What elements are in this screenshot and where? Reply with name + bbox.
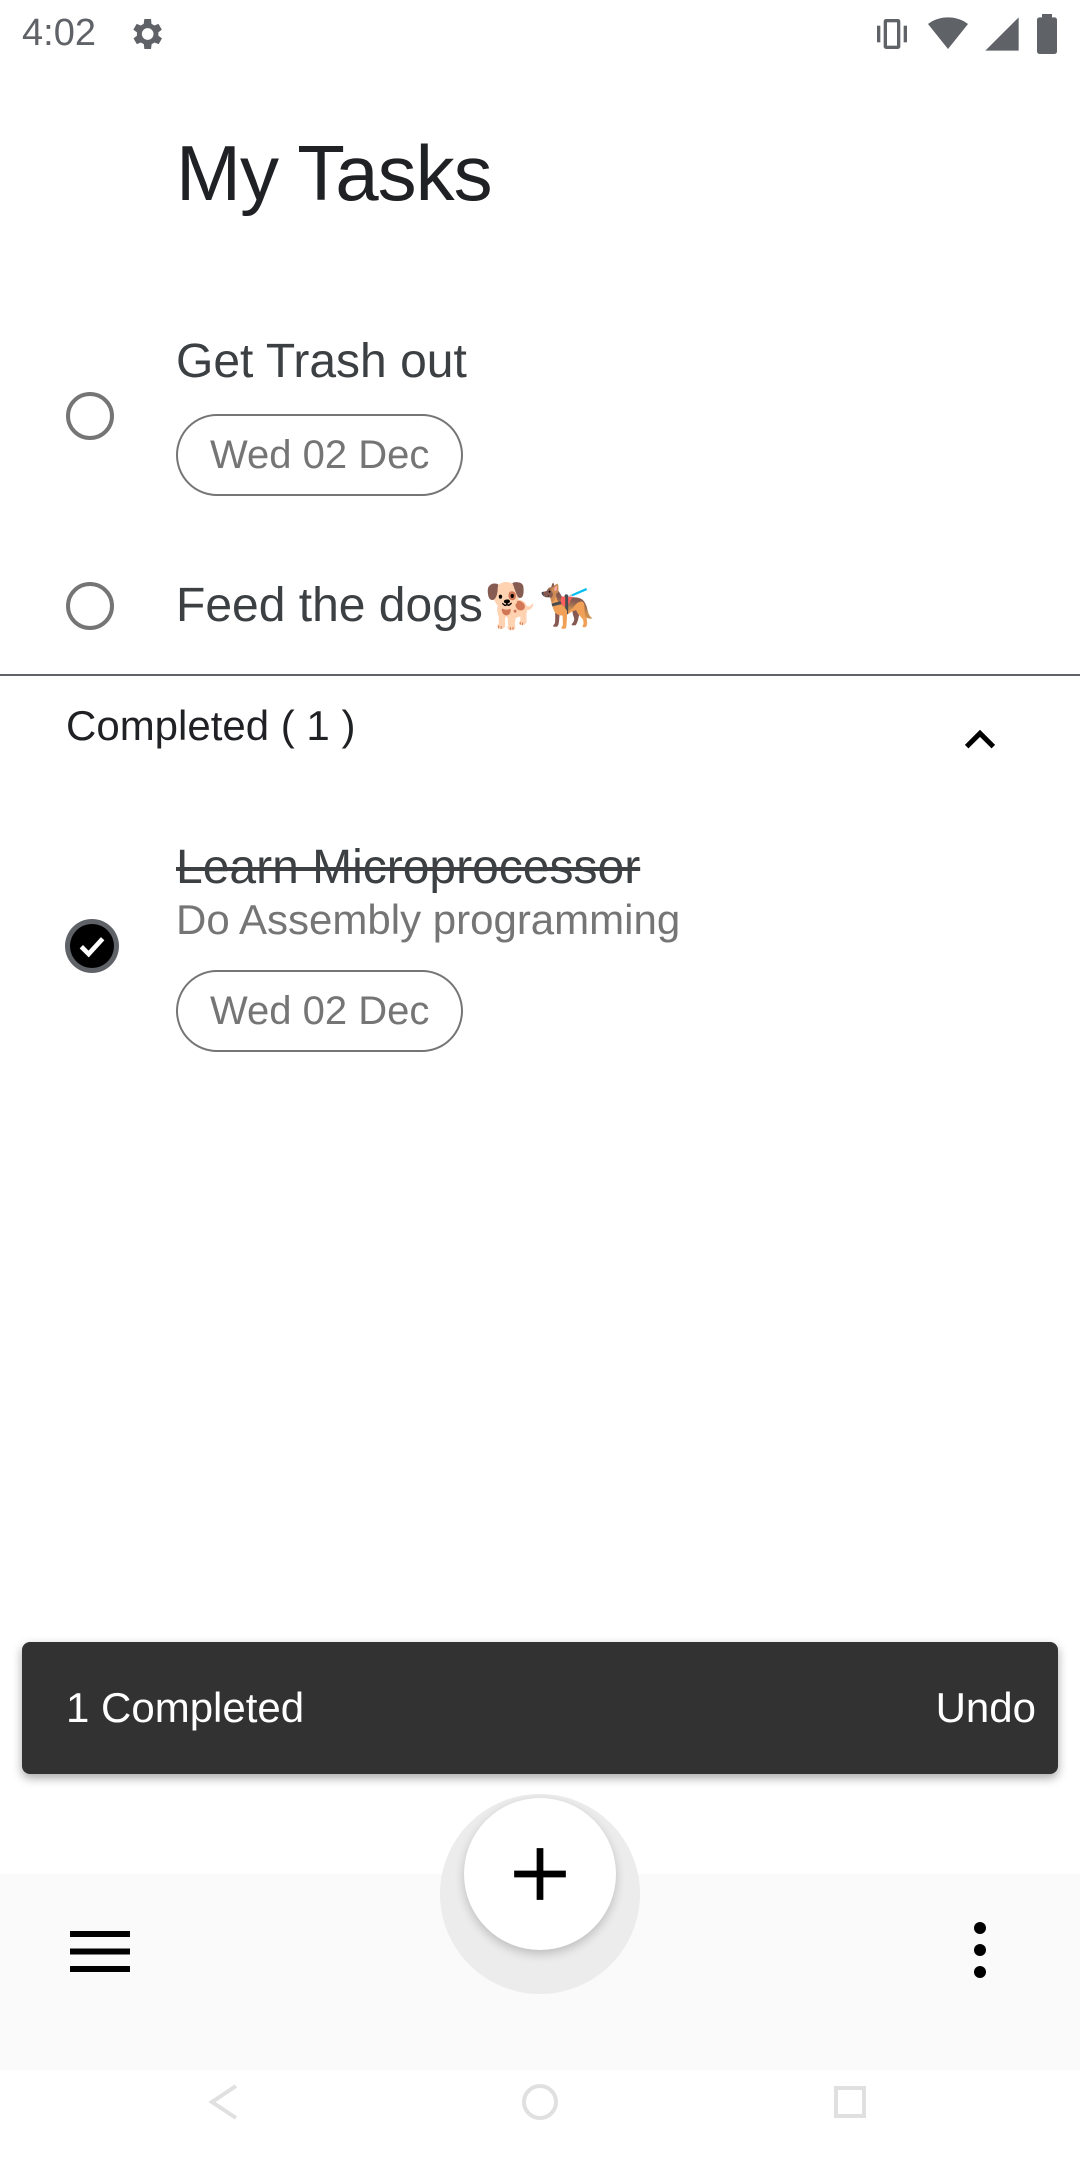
- completed-task-title[interactable]: Learn Microprocessor: [176, 840, 640, 895]
- snackbar-message: 1 Completed: [66, 1684, 305, 1731]
- add-task-button[interactable]: [464, 1798, 616, 1950]
- signal-icon: [985, 17, 1019, 51]
- page-title: My Tasks: [176, 129, 493, 217]
- task-title-row[interactable]: Feed the dogs 🐕🐕‍🦺: [176, 578, 594, 633]
- vibrate-icon: [877, 19, 907, 49]
- task-checkbox[interactable]: [66, 392, 114, 440]
- completed-checkbox[interactable]: [65, 919, 119, 973]
- completed-task-notes: Do Assembly programming: [176, 896, 681, 943]
- task-checkbox[interactable]: [66, 582, 114, 630]
- back-icon[interactable]: [200, 2078, 248, 2126]
- dog-emoji: 🐕🐕‍🦺: [484, 581, 595, 631]
- check-circle-icon: [70, 924, 114, 968]
- divider: [0, 674, 1080, 676]
- chevron-up-icon[interactable]: [960, 720, 1000, 760]
- task-title: Feed the dogs: [176, 579, 483, 632]
- snackbar: 1 Completed Undo: [22, 1642, 1058, 1774]
- recents-icon[interactable]: [826, 2078, 874, 2126]
- due-date-chip[interactable]: Wed 02 Dec: [176, 970, 464, 1052]
- completed-header[interactable]: Completed ( 1 ): [66, 702, 355, 750]
- gear-icon: [133, 19, 162, 49]
- battery-icon: [1037, 14, 1057, 54]
- status-time: 4:02: [22, 12, 96, 54]
- undo-button[interactable]: Undo: [936, 1684, 1036, 1732]
- plus-icon: [514, 1848, 566, 1900]
- more-vert-icon[interactable]: [960, 1920, 1000, 1980]
- checkmark-icon: [79, 937, 105, 958]
- task-title[interactable]: Get Trash out: [176, 334, 467, 389]
- due-date-chip[interactable]: Wed 02 Dec: [176, 414, 464, 496]
- home-icon[interactable]: [516, 2078, 564, 2126]
- status-icons: [870, 14, 1060, 54]
- hamburger-menu-icon[interactable]: [70, 1926, 130, 1976]
- wifi-icon: [928, 17, 968, 49]
